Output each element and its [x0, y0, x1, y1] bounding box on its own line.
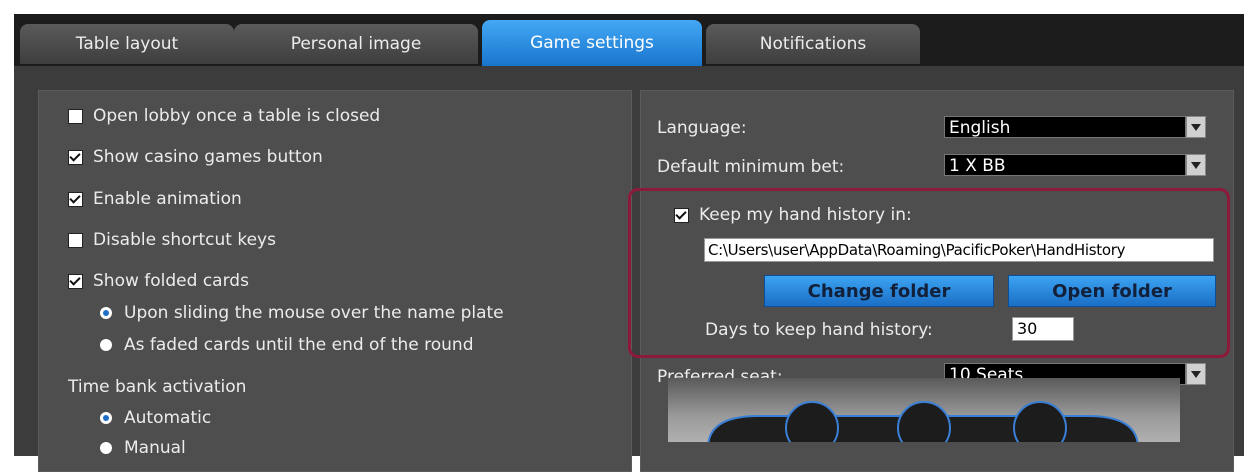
folded-hover-radio[interactable] — [100, 307, 112, 319]
min-bet-select[interactable]: 1 X BB — [944, 154, 1186, 176]
show-casino-label: Show casino games button — [93, 147, 323, 167]
time-bank-manual[interactable]: Manual — [100, 438, 186, 458]
tab-personal-image[interactable]: Personal image — [234, 24, 478, 64]
time-bank-manual-label: Manual — [124, 438, 186, 458]
poker-table-graphic — [707, 401, 1139, 442]
show-folded-checkbox[interactable] — [68, 273, 83, 289]
time-bank-manual-radio[interactable] — [100, 442, 112, 454]
hand-history-path-field[interactable]: C:\Users\user\AppData\Roaming\PacificPok… — [704, 238, 1214, 262]
tab-table-layout[interactable]: Table layout — [20, 24, 234, 64]
folded-radio-hover[interactable]: Upon sliding the mouse over the name pla… — [100, 303, 504, 323]
seat-icon[interactable] — [785, 401, 839, 442]
seat-preview — [668, 378, 1180, 442]
enable-animation-checkbox[interactable] — [68, 191, 83, 207]
open-folder-button[interactable]: Open folder — [1008, 275, 1216, 307]
min-bet-dropdown-arrow-icon[interactable] — [1186, 154, 1206, 176]
disable-shortcuts-label: Disable shortcut keys — [93, 230, 276, 250]
tab-bar: Table layout Personal image Game setting… — [14, 14, 1244, 66]
folded-faded-label: As faded cards until the end of the roun… — [124, 335, 474, 355]
min-bet-label: Default minimum bet: — [657, 157, 845, 177]
enable-animation-label: Enable animation — [93, 189, 242, 209]
folded-radio-faded[interactable]: As faded cards until the end of the roun… — [100, 335, 474, 355]
keep-hand-history-label: Keep my hand history in: — [699, 205, 912, 225]
enable-animation-option[interactable]: Enable animation — [68, 189, 242, 209]
preferred-seat-dropdown-arrow-icon[interactable] — [1186, 363, 1206, 385]
folded-hover-label: Upon sliding the mouse over the name pla… — [124, 303, 504, 323]
change-folder-button[interactable]: Change folder — [764, 275, 994, 307]
folded-faded-radio[interactable] — [100, 339, 112, 351]
days-keep-input[interactable]: 30 — [1012, 317, 1074, 341]
language-dropdown-arrow-icon[interactable] — [1186, 116, 1206, 138]
open-lobby-label: Open lobby once a table is closed — [93, 106, 381, 126]
language-label: Language: — [657, 118, 747, 138]
time-bank-automatic-radio[interactable] — [100, 412, 112, 424]
disable-shortcuts-checkbox[interactable] — [68, 232, 83, 248]
language-select[interactable]: English — [944, 116, 1186, 138]
keep-hand-history-checkbox[interactable] — [674, 207, 689, 223]
tab-game-settings[interactable]: Game settings — [482, 20, 702, 66]
show-casino-checkbox[interactable] — [68, 149, 83, 165]
keep-hand-history-option[interactable]: Keep my hand history in: — [674, 205, 912, 225]
time-bank-heading: Time bank activation — [68, 377, 247, 397]
open-lobby-option[interactable]: Open lobby once a table is closed — [68, 106, 380, 126]
time-bank-automatic-label: Automatic — [124, 408, 212, 428]
open-lobby-checkbox[interactable] — [68, 108, 83, 124]
show-casino-option[interactable]: Show casino games button — [68, 147, 323, 167]
show-folded-option[interactable]: Show folded cards — [68, 271, 249, 291]
disable-shortcuts-option[interactable]: Disable shortcut keys — [68, 230, 276, 250]
tab-notifications[interactable]: Notifications — [706, 24, 920, 64]
show-folded-label: Show folded cards — [93, 271, 249, 291]
seat-icon[interactable] — [1013, 401, 1067, 442]
days-keep-label: Days to keep hand history: — [705, 320, 933, 340]
seat-icon[interactable] — [897, 401, 951, 442]
time-bank-automatic[interactable]: Automatic — [100, 408, 211, 428]
